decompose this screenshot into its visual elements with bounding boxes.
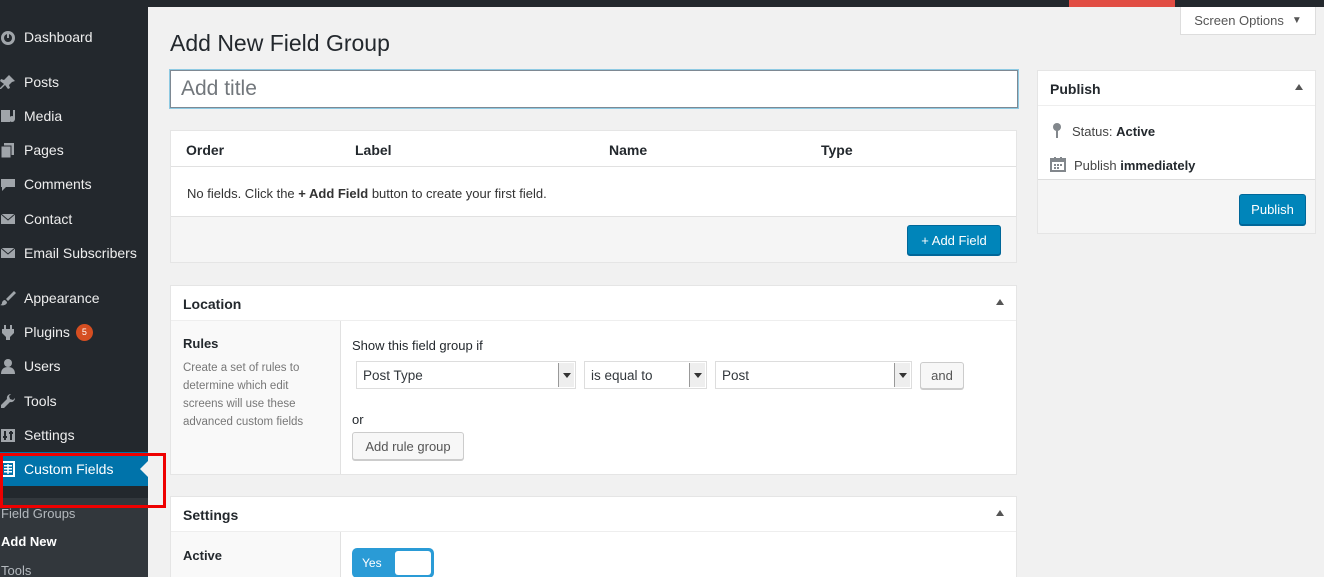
sidebar-item-users[interactable]: Users	[0, 349, 148, 383]
screen-options-label: Screen Options	[1194, 13, 1284, 28]
status-label: Status:	[1072, 124, 1113, 139]
settings-header[interactable]: Settings	[171, 497, 1016, 532]
mail-icon	[0, 245, 24, 261]
sidebar-item-label: Email Subscribers	[24, 245, 137, 261]
sidebar-item-appearance[interactable]: Appearance	[0, 281, 148, 315]
rules-title: Rules	[183, 336, 219, 351]
sidebar-item-label: Appearance	[24, 290, 100, 306]
sidebar-item-dashboard[interactable]: Dashboard	[0, 20, 148, 54]
collapse-arrow-icon[interactable]	[996, 299, 1004, 305]
show-if-label: Show this field group if	[352, 338, 483, 353]
rule-value-select[interactable]: Post	[715, 361, 912, 389]
pin-icon	[1050, 122, 1064, 141]
column-order: Order	[186, 142, 225, 158]
media-icon	[0, 108, 24, 124]
column-name: Name	[609, 142, 648, 158]
sidebar-item-label: Comments	[24, 176, 92, 192]
location-box: Location Rules Create a set of rules to …	[170, 285, 1017, 475]
dropdown-arrow-icon	[558, 363, 574, 387]
sidebar-item-media[interactable]: Media	[0, 99, 148, 133]
publish-footer: Publish	[1038, 179, 1315, 233]
collapse-arrow-icon[interactable]	[1295, 84, 1303, 90]
sidebar-item-pages[interactable]: Pages	[0, 133, 148, 167]
rules-description: Create a set of rules to determine which…	[183, 362, 304, 428]
user-icon	[0, 358, 24, 374]
publish-header[interactable]: Publish	[1038, 71, 1315, 106]
custom-fields-submenu: Field Groups Add New Tools	[0, 498, 148, 577]
collapse-arrow-icon[interactable]	[996, 510, 1004, 516]
sidebar-item-label: Pages	[24, 142, 64, 158]
calendar-icon	[1050, 156, 1066, 175]
pages-icon	[0, 142, 24, 158]
active-toggle[interactable]: Yes	[352, 548, 434, 577]
rule-operator-select[interactable]: is equal to	[584, 361, 707, 389]
dropdown-arrow-icon	[689, 363, 705, 387]
location-header[interactable]: Location	[171, 286, 1016, 321]
sidebar-item-label: Posts	[24, 74, 60, 90]
submenu-item-add-new[interactable]: Add New	[1, 534, 57, 549]
sidebar-item-label: Plugins	[24, 324, 70, 340]
sidebar-item-label: Users	[24, 358, 61, 374]
publish-label: Publish	[1074, 158, 1117, 173]
dropdown-arrow-icon	[894, 363, 910, 387]
submenu-item-tools[interactable]: Tools	[1, 563, 31, 577]
sidebar-item-label: Tools	[24, 393, 57, 409]
sidebar-item-plugins[interactable]: Plugins 5	[0, 315, 148, 349]
no-fields-add-link: + Add Field	[298, 186, 369, 201]
title-input[interactable]	[170, 70, 1018, 108]
location-title: Location	[183, 296, 242, 312]
caret-down-icon: ▼	[1291, 15, 1302, 26]
status-row: Status: Active	[1050, 122, 1155, 141]
sidebar-item-label: Contact	[24, 211, 73, 227]
no-fields-message: No fields. Click the + Add Field button …	[187, 186, 547, 201]
sidebar-item-comments[interactable]: Comments	[0, 167, 148, 201]
rules-body: Show this field group if Post Type is eq…	[341, 321, 1016, 474]
mail-icon	[0, 211, 24, 227]
fields-box: Order Label Name Type No fields. Click t…	[170, 130, 1017, 263]
page-title: Add New Field Group	[170, 30, 390, 56]
active-label: Active	[171, 532, 341, 577]
column-type: Type	[821, 142, 853, 158]
publish-box: Publish Status: Active Publish immediate…	[1037, 70, 1316, 234]
sidebar-item-contact[interactable]: Contact	[0, 202, 148, 236]
add-rule-group-button[interactable]: Add rule group	[352, 432, 464, 460]
add-field-button[interactable]: + Add Field	[907, 225, 1001, 255]
pin-icon	[0, 74, 24, 90]
sidebar-item-label: Dashboard	[24, 29, 93, 45]
brush-icon	[0, 290, 24, 306]
settings-title: Settings	[183, 507, 239, 523]
column-label: Label	[355, 142, 392, 158]
admin-bar-highlight	[1069, 0, 1175, 7]
settings-box: Settings Active Yes	[170, 496, 1017, 577]
submenu-item-field-groups[interactable]: Field Groups	[1, 506, 75, 521]
sidebar-item-posts[interactable]: Posts	[0, 65, 148, 99]
settings-icon	[0, 427, 24, 443]
wrench-icon	[0, 393, 24, 409]
fields-footer: + Add Field	[171, 216, 1016, 262]
publish-value: immediately	[1120, 158, 1196, 173]
sidebar-item-settings[interactable]: Settings	[0, 418, 148, 452]
sidebar-item-label: Media	[24, 108, 63, 124]
status-value: Active	[1116, 124, 1156, 139]
toggle-yes-label: Yes	[362, 556, 382, 570]
sidebar-item-tools[interactable]: Tools	[0, 384, 148, 418]
fields-table-header: Order Label Name Type	[171, 131, 1016, 167]
rule-param-select[interactable]: Post Type	[356, 361, 576, 389]
screen-options-button[interactable]: Screen Options ▼	[1180, 7, 1316, 35]
and-rule-button[interactable]: and	[920, 362, 964, 389]
publish-button[interactable]: Publish	[1239, 194, 1306, 225]
sidebar-item-label: Settings	[24, 427, 75, 443]
highlight-annotation-box	[0, 453, 166, 508]
publish-title: Publish	[1050, 81, 1101, 97]
sidebar-item-email-subscribers[interactable]: Email Subscribers	[0, 236, 148, 270]
toggle-knob	[395, 551, 431, 575]
rules-label-column: Rules Create a set of rules to determine…	[171, 321, 341, 474]
admin-bar	[0, 0, 1324, 7]
plugins-update-badge: 5	[75, 323, 93, 341]
publish-time-row: Publish immediately	[1050, 156, 1195, 175]
plugin-icon	[0, 324, 24, 340]
dashboard-icon	[0, 29, 24, 45]
or-label: or	[352, 412, 364, 427]
comment-icon	[0, 176, 24, 192]
